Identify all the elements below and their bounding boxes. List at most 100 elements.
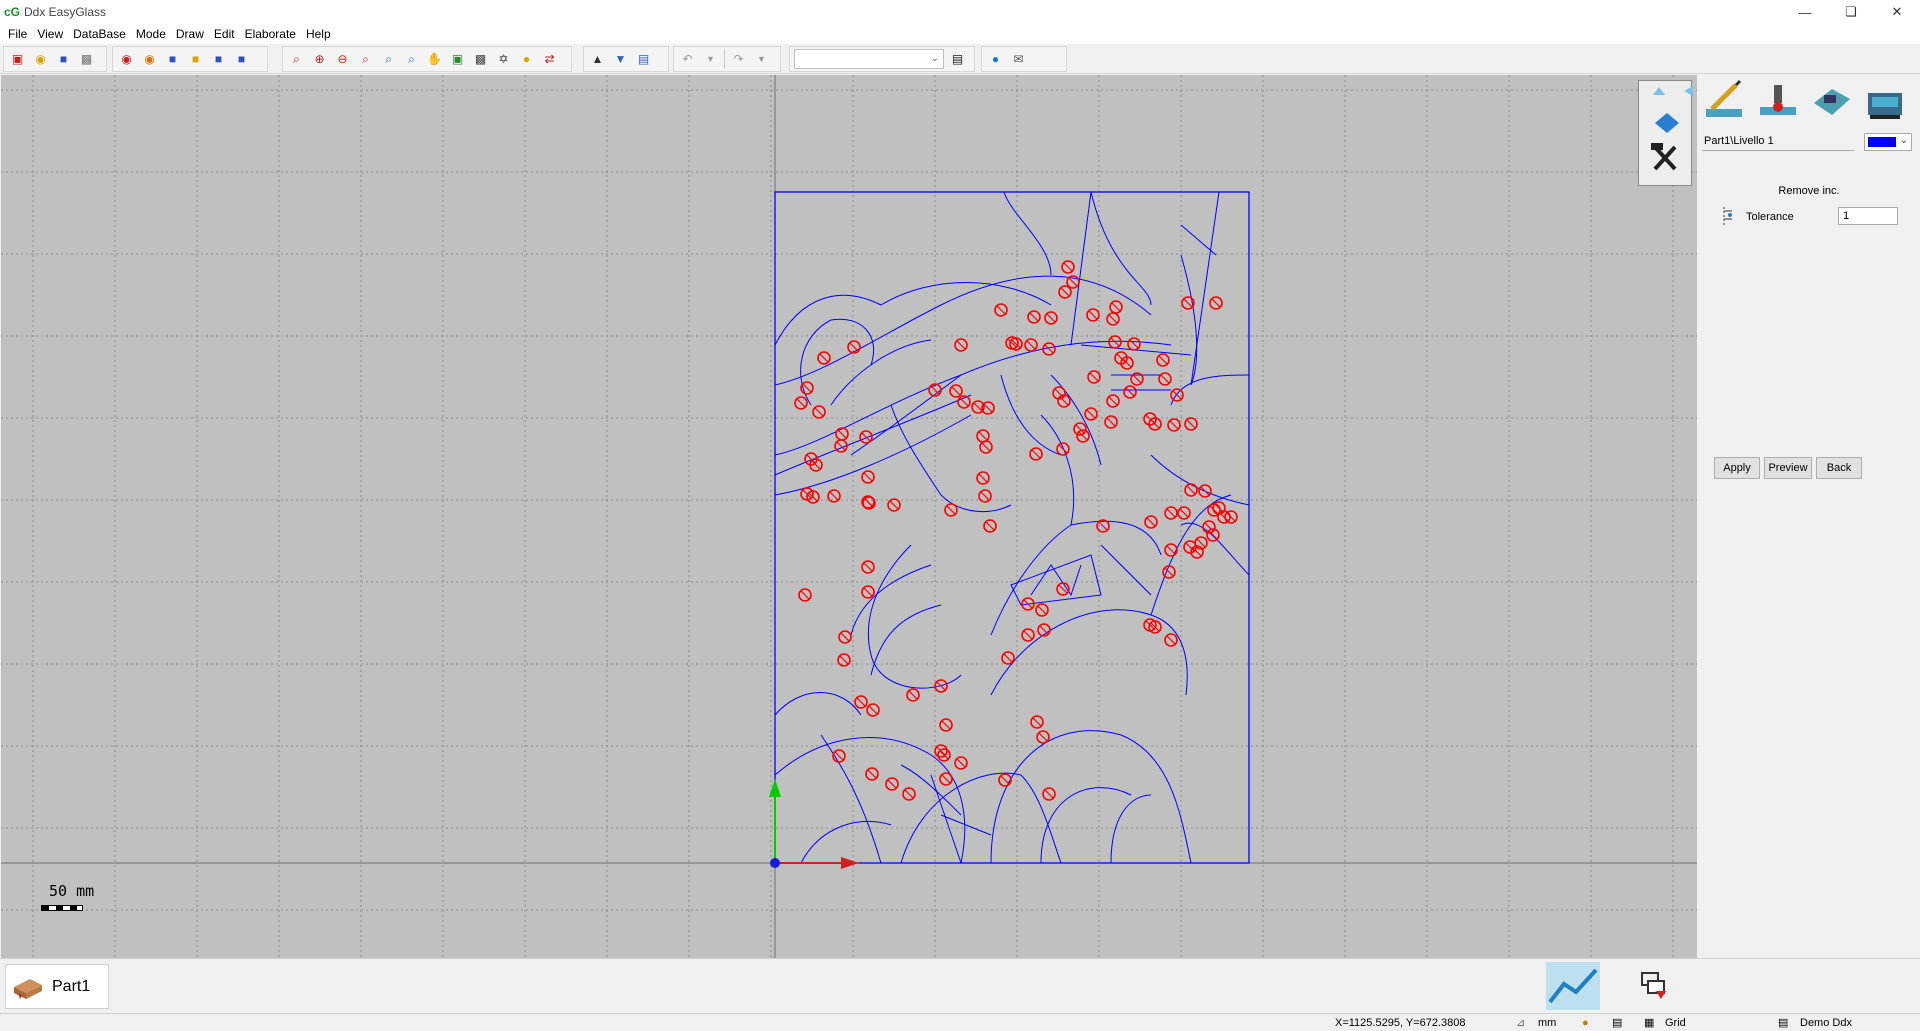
inclusion-marker-slash [1125,387,1135,397]
save-icon[interactable]: ■ [54,50,73,69]
inclusion-marker-slash [951,386,961,396]
db-save-icon[interactable]: ■ [163,50,182,69]
snap-angle-icon[interactable]: ⊿ [1516,1016,1525,1030]
glass-piece-line [830,339,932,406]
undo-icon[interactable]: ↶ [678,50,697,69]
inclusion-marker-slash [956,758,966,768]
command-combo[interactable]: ⌄ [794,49,944,69]
inclusion-marker-slash [1226,512,1236,522]
mail-icon[interactable]: ✉ [1009,50,1028,69]
minimize-icon[interactable]: — [1782,0,1828,24]
bulb-status-icon[interactable]: ● [1582,1016,1589,1030]
inclusion-marker-slash [863,587,873,597]
inclusion-marker-slash [837,429,847,439]
grid-icon[interactable]: ▦ [1644,1016,1654,1030]
polyline-icon[interactable] [1546,962,1600,1010]
layers-settings-icon[interactable] [1636,967,1672,1003]
zoom-out-icon[interactable]: ⊖ [333,50,352,69]
database-toolbar: ◉ ◉ ■ ■ ■ ■ [112,46,268,72]
menu-database[interactable]: DataBase [68,24,131,44]
redo-icon[interactable]: ↷ [729,50,748,69]
cut-mode-icon[interactable] [1756,79,1800,123]
insert-icon[interactable]: ▼ [611,50,630,69]
swap-icon[interactable]: ⇄ [540,50,559,69]
back-button[interactable]: Back [1816,457,1862,479]
undo-dropdown-icon[interactable]: ▼ [701,50,720,69]
palette-left-arrow-icon[interactable] [1684,86,1693,96]
restore-icon[interactable]: ❏ [1828,0,1874,24]
unit-label[interactable]: mm [1538,1016,1556,1030]
glass-piece-line [900,764,962,816]
properties-icon[interactable]: ▤ [634,50,653,69]
db-save-as-icon[interactable]: ■ [186,50,205,69]
inclusion-marker-slash [839,655,849,665]
zoom-all-icon[interactable]: ⌕ [379,50,398,69]
zoom-in-icon[interactable]: ⊕ [310,50,329,69]
menu-view[interactable]: View [32,24,68,44]
menu-elaborate[interactable]: Elaborate [240,24,301,44]
ortho-icon[interactable]: ▤ [1612,1016,1622,1030]
db-open-icon[interactable]: ◉ [140,50,159,69]
layer-color-picker[interactable]: ⌄ [1864,133,1912,151]
tolerance-input[interactable]: 1 [1838,207,1898,225]
inclusion-marker-slash [1106,417,1116,427]
palette-diamond-icon[interactable] [1655,113,1679,133]
bulb-icon[interactable]: ● [517,50,536,69]
user-info-icon[interactable]: ● [986,50,1005,69]
inclusion-marker-slash [1086,409,1096,419]
inclusion-marker-slash [941,720,951,730]
inclusion-marker-slash [1200,486,1210,496]
inclusion-marker-slash [814,407,824,417]
part-icon [14,978,42,999]
inclusion-marker-slash [1058,444,1068,454]
snap-icon[interactable]: ✡ [494,50,513,69]
menu-help[interactable]: Help [301,24,336,44]
part-tab[interactable]: Part1 [5,964,109,1009]
zoom-icon[interactable]: ⌕ [287,50,306,69]
menu-mode[interactable]: Mode [131,24,171,44]
inclusion-marker-slash [981,442,991,452]
measure-icon[interactable]: ▲ [588,50,607,69]
inclusion-marker-slash [1000,775,1010,785]
palette-up-arrow-icon[interactable] [1653,87,1665,95]
menu-file[interactable]: File [3,24,32,44]
inclusion-marker-slash [1060,287,1070,297]
apply-button[interactable]: Apply [1714,457,1760,479]
close-icon[interactable]: ✕ [1874,0,1920,24]
glass-piece-line [1020,774,1062,864]
grid-label[interactable]: Grid [1665,1016,1686,1030]
pan-hand-icon[interactable]: ✋ [425,50,444,69]
machine-mode-icon[interactable] [1810,79,1854,123]
draw-mode-icon[interactable] [1702,79,1746,123]
inclusion-marker-slash [863,497,873,507]
redo-dropdown-icon[interactable]: ▼ [752,50,771,69]
open-file-icon[interactable]: ◉ [31,50,50,69]
preview-button[interactable]: Preview [1764,457,1812,479]
menu-edit[interactable]: Edit [209,24,240,44]
book-icon[interactable]: ▤ [948,50,967,69]
inclusion-marker-slash [985,521,995,531]
inclusion-marker-slash [930,385,940,395]
layer-color-swatch [1868,137,1896,147]
db-import-icon[interactable]: ■ [232,50,251,69]
palette-tools-icon[interactable] [1651,143,1677,171]
inclusion-marker-slash [1219,512,1229,522]
print-icon[interactable]: ▩ [77,50,96,69]
color-dropdown-icon: ⌄ [1899,135,1908,146]
redraw-icon[interactable]: ▣ [448,50,467,69]
zoom-window-icon[interactable]: ⌕ [356,50,375,69]
zoom-extents-icon[interactable]: ⌕ [402,50,421,69]
new-file-icon[interactable]: ▣ [8,50,27,69]
menu-draw[interactable]: Draw [171,24,209,44]
db-export-icon[interactable]: ■ [209,50,228,69]
section-title: Remove inc. [1778,185,1840,197]
canvas-svg[interactable] [1,75,1697,958]
db-load-icon[interactable]: ◉ [117,50,136,69]
camera-icon[interactable]: ▩ [471,50,490,69]
inclusion-marker-slash [867,769,877,779]
export-mode-icon[interactable] [1864,79,1908,123]
inclusion-marker-slash [1183,298,1193,308]
drawing-canvas[interactable]: 50 mm [1,75,1697,958]
layer-selector[interactable]: Part1\Livello 1 [1702,131,1854,151]
glass-piece-line [774,737,966,864]
